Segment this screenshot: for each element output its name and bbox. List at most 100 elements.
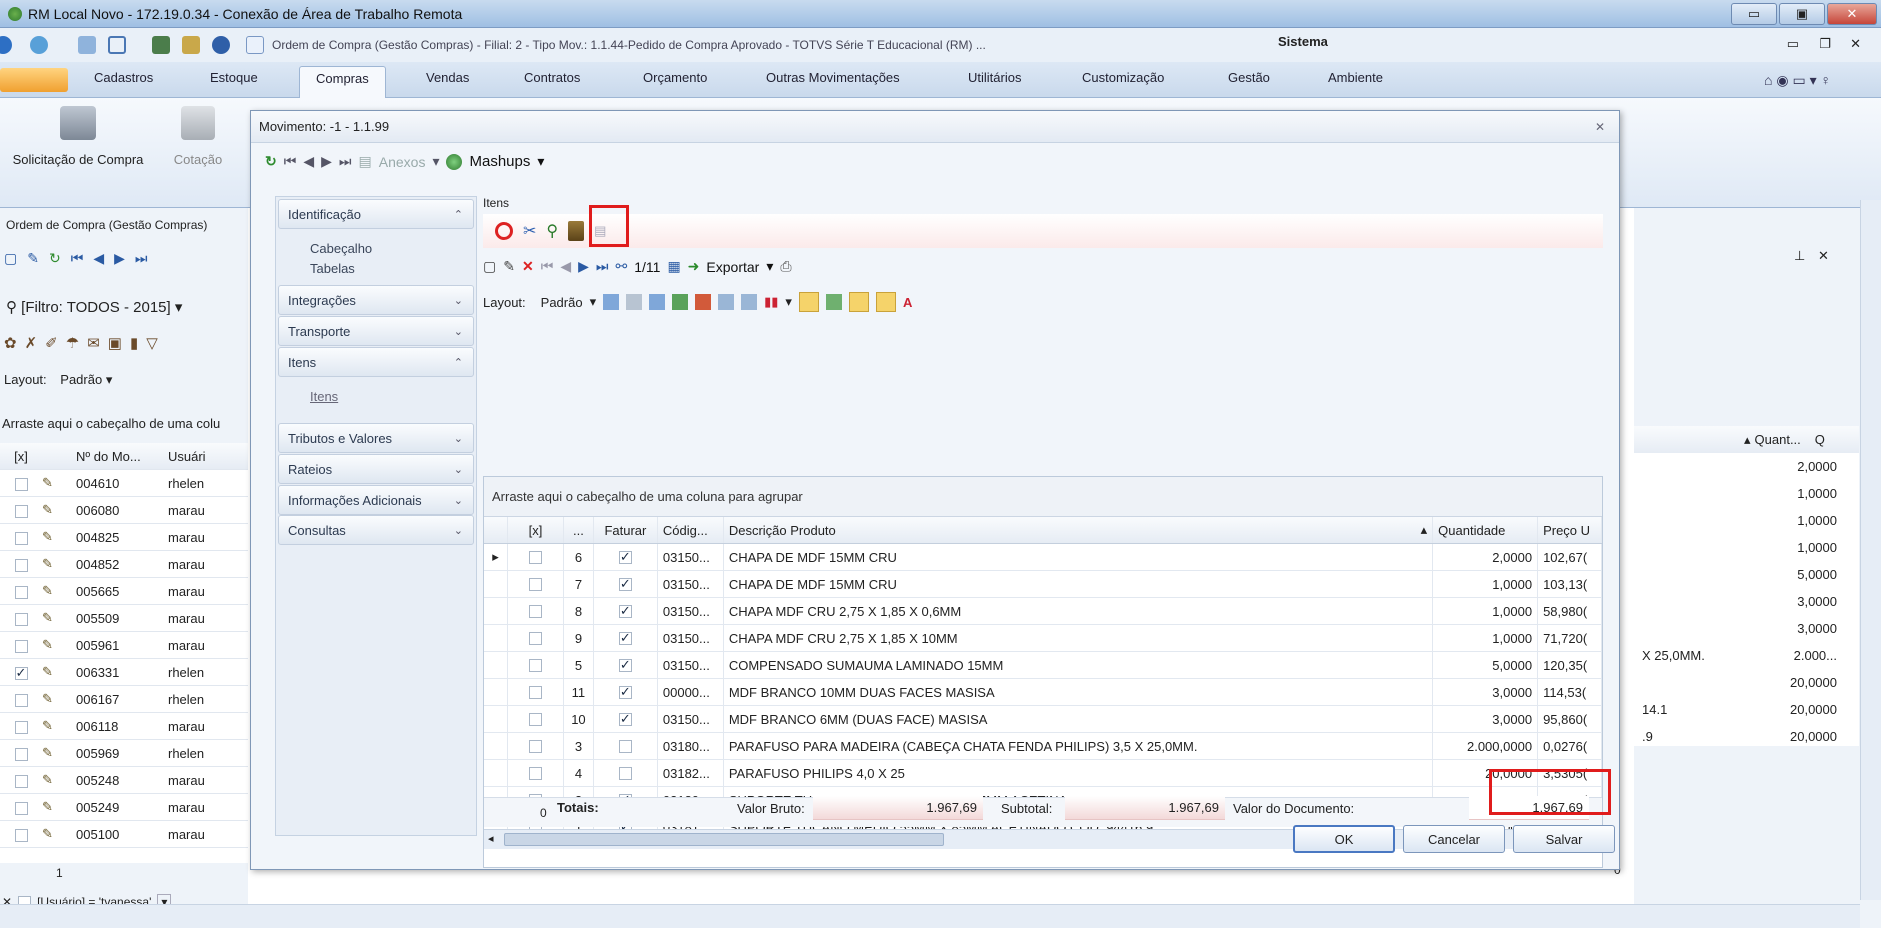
left-grid-row[interactable]: ✎ 006167 rhelen — [0, 686, 248, 713]
tab-estoque[interactable]: Estoque — [210, 70, 258, 85]
edit-pencil-icon[interactable]: ✎ — [42, 556, 76, 572]
layout-icon-11[interactable] — [875, 292, 896, 312]
row-checkbox[interactable] — [14, 585, 28, 599]
dialog-close-icon[interactable]: ✕ — [1595, 120, 1605, 134]
print-icon[interactable]: ⎙ — [780, 258, 791, 275]
left-grid-row[interactable]: ✎ 005961 marau — [0, 632, 248, 659]
faturar-checkbox[interactable] — [618, 739, 632, 753]
edit-pencil-icon[interactable]: ✎ — [42, 502, 76, 518]
nav-transporte[interactable]: Transporte ⌄ — [278, 316, 474, 346]
prev-record-icon[interactable]: ◀ — [303, 153, 314, 170]
restore-button[interactable]: ▣ — [1779, 3, 1825, 25]
edit-pencil-icon[interactable]: ✎ — [42, 610, 76, 626]
tools-icon[interactable] — [182, 36, 200, 54]
nav-identificacao[interactable]: Identificação ⌃ — [278, 199, 474, 229]
edit-pencil-icon[interactable]: ✎ — [42, 718, 76, 734]
left-grid-row[interactable]: ✎ 005248 marau — [0, 767, 248, 794]
item-row[interactable]: 5 03150...COMPENSADO SUMAUMA LAMINADO 15M… — [484, 652, 1602, 679]
play-icon[interactable] — [152, 36, 170, 54]
faturar-checkbox[interactable] — [618, 766, 632, 780]
anexos-dropdown-icon[interactable]: ▾ — [432, 153, 439, 170]
first-item-icon[interactable]: ⏮ — [541, 258, 554, 275]
left-grid-row[interactable]: ✎ 005969 rhelen — [0, 740, 248, 767]
scroll-left-icon[interactable]: ◂ — [488, 832, 494, 845]
left-grid-row[interactable]: ✎ 005249 marau — [0, 794, 248, 821]
row-checkbox[interactable] — [14, 828, 28, 842]
layout-icon-4[interactable] — [672, 294, 689, 310]
prev-item-icon[interactable]: ◀ — [560, 258, 571, 275]
action-icon-2[interactable]: ✗ — [25, 334, 38, 352]
first-icon[interactable]: ⏮ — [71, 250, 84, 267]
action-icon-3[interactable]: ✐ — [45, 334, 58, 352]
row-checkbox[interactable] — [14, 504, 28, 518]
row-checkbox[interactable] — [14, 693, 28, 707]
layout-icon-6[interactable] — [718, 294, 735, 310]
nav-tributos[interactable]: Tributos e Valores ⌄ — [278, 423, 474, 453]
header-dots[interactable]: ... — [564, 517, 594, 543]
next-item-icon[interactable]: ▶ — [578, 258, 589, 275]
last-icon[interactable]: ⏭ — [135, 250, 148, 267]
solicitacao-button[interactable]: Solicitação de Compra — [4, 106, 152, 167]
nav-integracoes[interactable]: Integrações ⌄ — [278, 285, 474, 315]
row-checkbox[interactable] — [14, 774, 28, 788]
edit-pencil-icon[interactable]: ✎ — [42, 583, 76, 599]
left-header-user[interactable]: Usuári — [168, 449, 248, 464]
main-vertical-scrollbar[interactable] — [1860, 200, 1881, 900]
item-row[interactable]: 8 03150...CHAPA MDF CRU 2,75 X 1,85 X 0,6… — [484, 598, 1602, 625]
edit-pencil-icon[interactable]: ✎ — [42, 691, 76, 707]
exportar-button[interactable]: Exportar — [706, 259, 759, 275]
window-icon-2[interactable] — [108, 36, 126, 54]
right-header-quant[interactable]: Quant... — [1755, 432, 1801, 447]
item-row[interactable]: 7 03150...Chapa de MDF 15mm CRU1,0000103,… — [484, 571, 1602, 598]
action-icon-5[interactable]: ✉ — [87, 334, 100, 352]
exportar-dropdown-icon[interactable]: ▾ — [766, 258, 773, 275]
ribbon-restore-icon[interactable]: ❐ — [1819, 36, 1831, 52]
layout-icon-10[interactable] — [848, 292, 869, 312]
item-row[interactable]: ▸ 6 03150...Chapa de MDF 15mm CRU2,0000102… — [484, 544, 1602, 571]
item-row[interactable]: 10 03150...MDF BRANCO 6MM (DUAS FACE) MAS… — [484, 706, 1602, 733]
row-checkbox[interactable] — [14, 720, 28, 734]
text-icon[interactable]: A — [903, 295, 912, 310]
row-select-checkbox[interactable] — [528, 685, 542, 699]
edit-pencil-icon[interactable]: ✎ — [42, 826, 76, 842]
edit-pencil-icon[interactable]: ✎ — [42, 637, 76, 653]
row-checkbox[interactable] — [14, 665, 28, 681]
header-preco[interactable]: Preço U — [1538, 517, 1602, 543]
last-record-icon[interactable]: ⏭ — [339, 153, 352, 170]
mashups-button[interactable]: Mashups — [469, 153, 530, 170]
nav-informacoes[interactable]: Informações Adicionais ⌄ — [278, 485, 474, 515]
left-grid-row[interactable]: ✎ 004610 rhelen — [0, 470, 248, 497]
row-select-checkbox[interactable] — [528, 631, 542, 645]
layout-icon-1[interactable] — [603, 294, 620, 310]
row-select-checkbox[interactable] — [528, 712, 542, 726]
row-select-checkbox[interactable] — [528, 658, 542, 672]
edit-pencil-icon[interactable]: ✎ — [42, 664, 76, 680]
item-row[interactable]: 4 03182... PARAFUSO PHILIPS 4,0 X 25 20,000… — [484, 760, 1602, 787]
mashups-dropdown-icon[interactable]: ▾ — [537, 153, 544, 170]
ribbon-minimize-icon[interactable]: ▭ — [1787, 36, 1799, 52]
row-select-checkbox[interactable] — [528, 604, 542, 618]
left-header-num[interactable]: Nº do Mo... — [76, 449, 168, 464]
left-grid-row[interactable]: ✎ 005509 marau — [0, 605, 248, 632]
edit-pencil-icon[interactable]: ✎ — [42, 745, 76, 761]
edit-pencil-icon[interactable]: ✎ — [42, 475, 76, 491]
faturar-checkbox[interactable] — [618, 684, 632, 700]
header-quantidade[interactable]: Quantidade — [1433, 517, 1539, 543]
app-menu-button[interactable] — [0, 68, 68, 92]
header-x[interactable]: [x] — [508, 517, 564, 543]
search-icon[interactable]: ⚲ — [546, 221, 558, 241]
nav-tabelas[interactable]: Tabelas — [310, 261, 355, 276]
left-grid-row[interactable]: ✎ 005665 marau — [0, 578, 248, 605]
stop-icon[interactable] — [495, 222, 513, 240]
funnel-icon[interactable]: ▽ — [146, 334, 158, 352]
tab-cadastros[interactable]: Cadastros — [94, 70, 153, 85]
edit-pencil-icon[interactable]: ✎ — [42, 529, 76, 545]
left-grid-row[interactable]: ✎ 005100 marau — [0, 821, 248, 848]
left-header-x[interactable]: [x] — [0, 449, 42, 464]
delete-item-icon[interactable]: ✕ — [522, 258, 534, 275]
main-horizontal-scrollbar[interactable] — [0, 904, 1860, 928]
refresh-icon[interactable]: ↻ — [49, 250, 61, 267]
layout-icon-8[interactable] — [798, 292, 819, 312]
row-checkbox[interactable] — [14, 477, 28, 491]
tab-orcamento[interactable]: Orçamento — [643, 70, 707, 85]
